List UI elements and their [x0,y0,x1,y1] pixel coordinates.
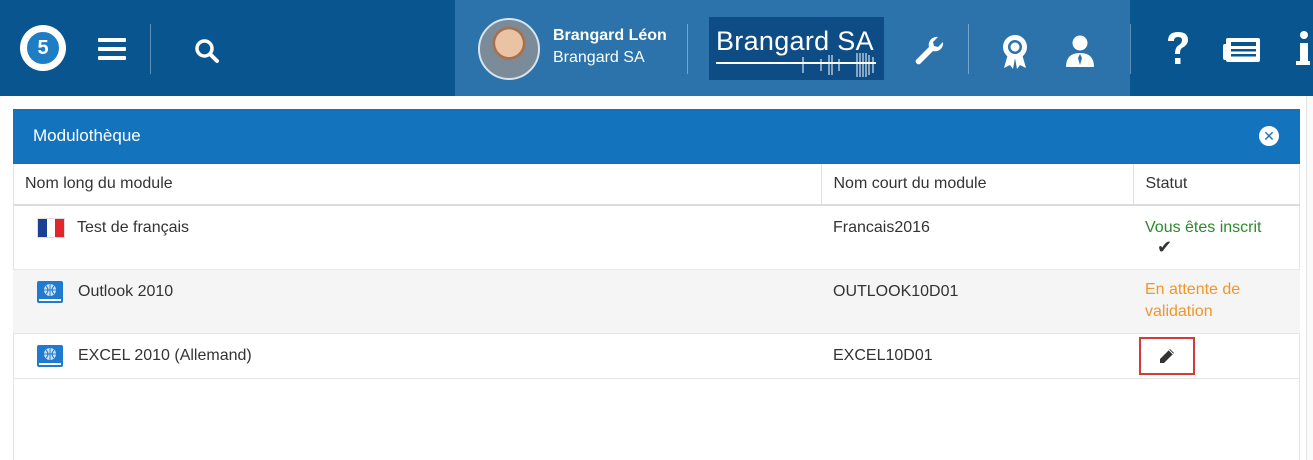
web-module-icon [37,281,63,303]
module-short-name: EXCEL10D01 [833,347,933,364]
top-bar-left [0,0,455,96]
pencil-icon [1160,349,1174,363]
column-header-short-name[interactable]: Nom court du module [821,164,1134,206]
search-icon[interactable] [194,38,220,64]
web-module-icon [37,345,63,367]
module-long-name[interactable]: EXCEL 2010 (Allemand) [78,347,252,365]
table-header-row: Nom long du module Nom court du module S… [13,164,1300,206]
app-logo[interactable]: 5 [20,25,66,71]
close-icon[interactable]: ✕ [1259,126,1279,146]
company-logo: Brangard SA [709,17,884,80]
user-icon[interactable] [1065,35,1095,67]
menu-icon[interactable] [98,38,126,60]
status-text: En attente de validation [1145,281,1241,320]
divider [968,24,969,74]
avatar[interactable] [478,18,540,80]
scrollbar[interactable] [1306,96,1313,460]
table-row[interactable]: Test de français Francais2016 Vous êtes … [13,205,1300,270]
module-long-name[interactable]: Test de français [77,219,189,237]
divider [687,24,688,74]
table-row[interactable]: EXCEL 2010 (Allemand) EXCEL10D01 [13,333,1300,379]
module-library-header: Modulothèque ✕ [13,109,1300,164]
help-icon[interactable] [1166,30,1190,68]
user-name[interactable]: Brangard Léon [553,27,667,45]
module-short-name: OUTLOOK10D01 [833,283,959,300]
app-logo-text: 5 [25,30,61,66]
column-header-status[interactable]: Statut [1133,164,1300,206]
wrench-icon[interactable] [912,34,946,68]
panel-title: Modulothèque [33,126,141,145]
badge-icon[interactable] [1000,34,1030,70]
table-row[interactable]: Outlook 2010 OUTLOOK10D01 En attente de … [13,269,1300,334]
check-icon: ✔ [1157,237,1173,257]
modules-table: Nom long du module Nom court du module S… [13,164,1300,379]
barcode-graphic [802,53,874,77]
divider [1130,24,1131,74]
info-icon[interactable] [1296,30,1310,68]
module-long-name[interactable]: Outlook 2010 [78,283,173,301]
module-short-name: Francais2016 [833,219,930,236]
top-bar: 5 Brangard Léon Brangard SA Brangard SA [0,0,1313,96]
user-company: Brangard SA [553,49,645,66]
status-text: Vous êtes inscrit [1145,219,1262,236]
news-icon[interactable] [1222,36,1262,64]
column-header-long-name[interactable]: Nom long du module [13,164,822,206]
divider [150,24,151,74]
edit-button[interactable] [1139,337,1195,375]
french-flag-icon [38,219,65,237]
